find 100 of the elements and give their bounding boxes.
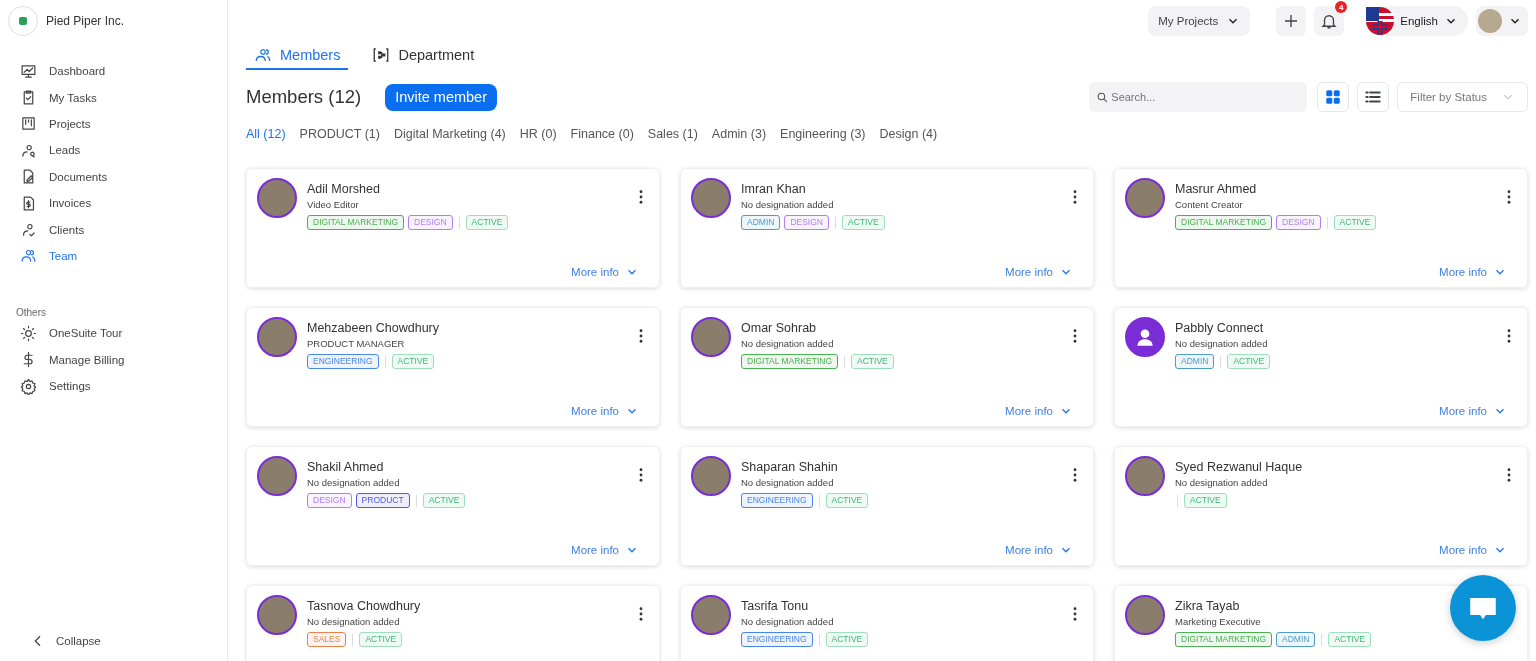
status-tag: ACTIVE (825, 493, 869, 508)
hierarchy-icon (372, 46, 391, 64)
member-designation: Content Creator (1175, 199, 1244, 210)
more-info-link[interactable]: More info (1439, 404, 1517, 418)
page-title: Members (12) (246, 86, 362, 108)
list-view-button[interactable] (1357, 82, 1390, 112)
department-tag: DIGITAL MARKETING (1175, 632, 1272, 647)
department-tag: DESIGN (1276, 215, 1321, 230)
kebab-icon (639, 190, 643, 204)
member-name: Pabbly Connect (1175, 321, 1265, 335)
department-tag: DESIGN (408, 215, 453, 230)
flag-icon (1366, 7, 1395, 35)
people-icon (254, 46, 272, 64)
member-name: Zikra Tayab (1175, 599, 1241, 613)
filter-tab[interactable]: Admin (3) (711, 127, 767, 141)
more-info-link[interactable]: More info (571, 404, 649, 418)
kebab-icon (1073, 607, 1077, 621)
projects-dropdown[interactable]: My Projects (1148, 6, 1251, 36)
sidebar-item[interactable]: OneSuite Tour (20, 320, 207, 347)
filter-tab[interactable]: Sales (1) (647, 127, 698, 141)
status-tag: ACTIVE (851, 354, 894, 369)
photo-placeholder (257, 456, 297, 496)
member-name: Imran Khan (741, 182, 807, 196)
chat-button[interactable] (1450, 575, 1516, 641)
member-name: Mehzabeen Chowdhury (307, 321, 441, 335)
status-tag: ACTIVE (825, 632, 869, 647)
more-info-link[interactable]: More info (1005, 265, 1083, 279)
department-tag: DIGITAL MARKETING (741, 354, 838, 369)
member-name: Masrur Ahmed (1175, 182, 1258, 196)
member-designation: No designation added (1175, 338, 1269, 349)
grid-view-button[interactable] (1317, 82, 1350, 112)
photo-placeholder (691, 595, 731, 635)
department-tag: ADMIN (1175, 354, 1215, 369)
more-info-link[interactable]: More info (1005, 543, 1083, 557)
invite-member-button[interactable]: Invite member (385, 83, 497, 111)
more-info-link[interactable]: More info (1439, 543, 1517, 557)
member-name: Adil Morshed (307, 182, 381, 196)
filter-tab[interactable]: All (12) (246, 127, 286, 141)
language-dropdown[interactable]: English (1366, 6, 1468, 36)
sidebar-item[interactable]: My Tasks (20, 84, 207, 111)
tab[interactable]: Department (364, 42, 483, 70)
collapse-button[interactable]: Collapse (0, 630, 227, 652)
sidebar-item[interactable]: Leads (20, 137, 207, 164)
status-tag: ACTIVE (1328, 632, 1372, 647)
sidebar-item[interactable]: Documents (20, 163, 207, 190)
member-designation: Marketing Executive (1175, 616, 1262, 627)
more-info-link[interactable]: More info (1005, 404, 1083, 418)
nav-icon (20, 115, 37, 133)
status-tag: ACTIVE (1227, 354, 1271, 369)
nav-icon (20, 377, 37, 395)
filter-tab[interactable]: PRODUCT (1) (299, 127, 380, 141)
nav-icon (20, 221, 37, 239)
more-info-link[interactable]: More info (571, 265, 649, 279)
member-name: Shakil Ahmed (307, 460, 385, 474)
more-info-link[interactable]: More info (1439, 265, 1517, 279)
photo-placeholder (691, 317, 731, 357)
kebab-icon (639, 329, 643, 343)
photo-placeholder (1125, 595, 1165, 635)
department-tag: DIGITAL MARKETING (307, 215, 404, 230)
department-tag: ADMIN (741, 215, 781, 230)
search-field[interactable]: Search... (1089, 82, 1308, 112)
filter-tab[interactable]: Engineering (3) (780, 127, 866, 141)
tab[interactable]: Members (246, 42, 349, 70)
department-tag: ADMIN (1276, 632, 1316, 647)
photo-placeholder (257, 317, 297, 357)
member-designation: No designation added (307, 616, 401, 627)
company-name: Pied Piper Inc. (46, 14, 125, 28)
filter-tab[interactable]: Digital Marketing (4) (393, 127, 506, 141)
kebab-icon (1073, 468, 1077, 482)
more-info-link[interactable]: More info (571, 543, 649, 557)
sidebar-item[interactable]: Team (20, 242, 207, 270)
filter-tab[interactable]: Design (4) (879, 127, 938, 141)
member-designation: No designation added (1175, 477, 1269, 488)
notifications-button[interactable] (1314, 6, 1345, 36)
member-designation: No designation added (741, 477, 835, 488)
kebab-icon (639, 607, 643, 621)
photo-placeholder (1125, 456, 1165, 496)
filter-tab[interactable]: HR (0) (519, 127, 557, 141)
sidebar-item[interactable]: Dashboard (20, 58, 207, 85)
sidebar-item[interactable]: Settings (20, 372, 207, 400)
department-tag: ENGINEERING (741, 493, 813, 508)
department-tag: PRODUCT (355, 493, 410, 508)
add-button[interactable] (1276, 6, 1307, 36)
sidebar-item[interactable]: Manage Billing (20, 346, 207, 373)
nav-icon (20, 247, 37, 265)
member-name: Shaparan Shahin (741, 460, 839, 474)
kebab-icon (1507, 190, 1511, 204)
kebab-icon (1073, 190, 1077, 204)
photo-placeholder (257, 595, 297, 635)
status-tag: ACTIVE (465, 215, 509, 230)
status-tag: ACTIVE (391, 354, 435, 369)
sidebar-item[interactable]: Invoices (20, 189, 207, 217)
sidebar-item[interactable]: Projects (20, 110, 207, 138)
grid-icon (1324, 88, 1343, 106)
sidebar-item[interactable]: Clients (20, 216, 207, 243)
status-filter-dropdown[interactable]: Filter by Status (1397, 82, 1528, 112)
member-name: Syed Rezwanul Haque (1175, 460, 1304, 474)
member-designation: No designation added (741, 199, 835, 210)
filter-tab[interactable]: Finance (0) (570, 127, 634, 141)
kebab-icon (1507, 329, 1511, 343)
